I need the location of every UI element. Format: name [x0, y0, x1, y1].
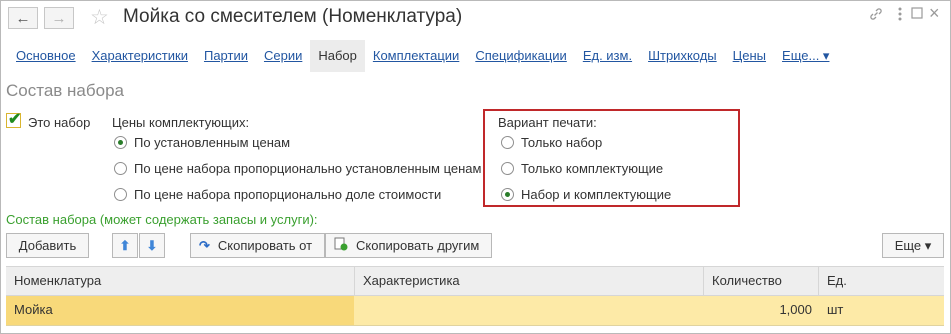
move-up-button[interactable]: ⬆ — [112, 233, 138, 258]
print-variant-label: Вариант печати: — [498, 115, 597, 130]
radio-components-only-label[interactable]: Только комплектующие — [521, 161, 663, 176]
copy-to-others-icon — [334, 237, 348, 254]
radio-set-and-components-label[interactable]: Набор и комплектующие — [521, 187, 671, 202]
add-button[interactable]: Добавить — [6, 233, 89, 258]
copy-to-others-label: Скопировать другим — [356, 238, 480, 253]
back-button[interactable]: ← — [8, 7, 38, 29]
copy-from-label: Скопировать от — [217, 238, 313, 253]
table-row[interactable]: Мойка 1,000 шт — [6, 296, 944, 326]
close-icon[interactable]: × — [929, 3, 940, 24]
copy-to-others-button[interactable]: Скопировать другим — [325, 233, 492, 258]
radio-proportional-prices-label[interactable]: По цене набора пропорционально установле… — [134, 161, 481, 176]
more-actions-icon[interactable] — [897, 6, 903, 26]
tab-characteristics[interactable]: Характеристики — [84, 40, 196, 72]
tab-batches[interactable]: Партии — [196, 40, 256, 72]
more-button[interactable]: Еще ▾ — [882, 233, 944, 258]
favorite-star-icon[interactable]: ☆ — [90, 5, 109, 30]
column-header-unit[interactable]: Ед. — [819, 267, 943, 295]
maximize-icon[interactable] — [911, 6, 923, 24]
tab-main[interactable]: Основное — [8, 40, 84, 72]
component-prices-label: Цены комплектующих: — [112, 115, 250, 130]
radio-set-only-label[interactable]: Только набор — [521, 135, 602, 150]
column-header-item[interactable]: Номенклатура — [6, 267, 354, 295]
tab-units[interactable]: Ед. изм. — [575, 40, 640, 72]
cell-unit[interactable]: шт — [819, 296, 943, 325]
link-icon[interactable] — [868, 6, 884, 26]
radio-proportional-prices[interactable] — [114, 162, 127, 175]
tab-prices[interactable]: Цены — [725, 40, 774, 72]
section-title: Состав набора — [6, 81, 124, 100]
forward-button[interactable]: → — [44, 7, 74, 29]
radio-proportional-cost-label[interactable]: По цене набора пропорционально доле стои… — [134, 187, 441, 202]
cell-quantity[interactable]: 1,000 — [704, 296, 818, 325]
arrow-down-icon: ⬇ — [146, 237, 158, 253]
arrow-up-icon: ⬆ — [119, 237, 131, 253]
tab-set[interactable]: Набор — [310, 40, 365, 72]
is-set-label: Это набор — [28, 115, 91, 130]
copy-from-icon: ↷ — [199, 237, 210, 253]
set-contents-label: Состав набора (может содержать запасы и … — [6, 212, 318, 227]
tab-specifications[interactable]: Спецификации — [467, 40, 575, 72]
tab-series[interactable]: Серии — [256, 40, 310, 72]
tab-kits[interactable]: Комплектации — [365, 40, 467, 72]
radio-components-only[interactable] — [501, 162, 514, 175]
window-title: Мойка со смесителем (Номенклатура) — [123, 6, 463, 27]
checkmark-icon: ✔ — [8, 111, 22, 128]
arrow-left-icon: ← — [15, 9, 31, 27]
cell-characteristic[interactable] — [355, 296, 703, 325]
radio-established-prices[interactable] — [114, 136, 127, 149]
column-header-quantity[interactable]: Количество — [704, 267, 818, 295]
column-header-characteristic[interactable]: Характеристика — [355, 267, 703, 295]
radio-established-prices-label[interactable]: По установленным ценам — [134, 135, 290, 150]
table-header: Номенклатура Характеристика Количество Е… — [6, 266, 944, 296]
radio-proportional-cost[interactable] — [114, 188, 127, 201]
is-set-checkbox[interactable]: ✔ — [6, 111, 21, 128]
tab-barcodes[interactable]: Штрихкоды — [640, 40, 725, 72]
tab-more[interactable]: Еще... ▾ — [774, 40, 837, 72]
radio-set-only[interactable] — [501, 136, 514, 149]
move-down-button[interactable]: ⬇ — [139, 233, 165, 258]
copy-from-button[interactable]: ↷ Скопировать от — [190, 233, 325, 258]
cell-item[interactable]: Мойка — [6, 296, 354, 325]
radio-set-and-components[interactable] — [501, 188, 514, 201]
tab-bar: Основное Характеристики Партии Серии Наб… — [8, 40, 837, 72]
arrow-right-icon: → — [51, 9, 67, 27]
